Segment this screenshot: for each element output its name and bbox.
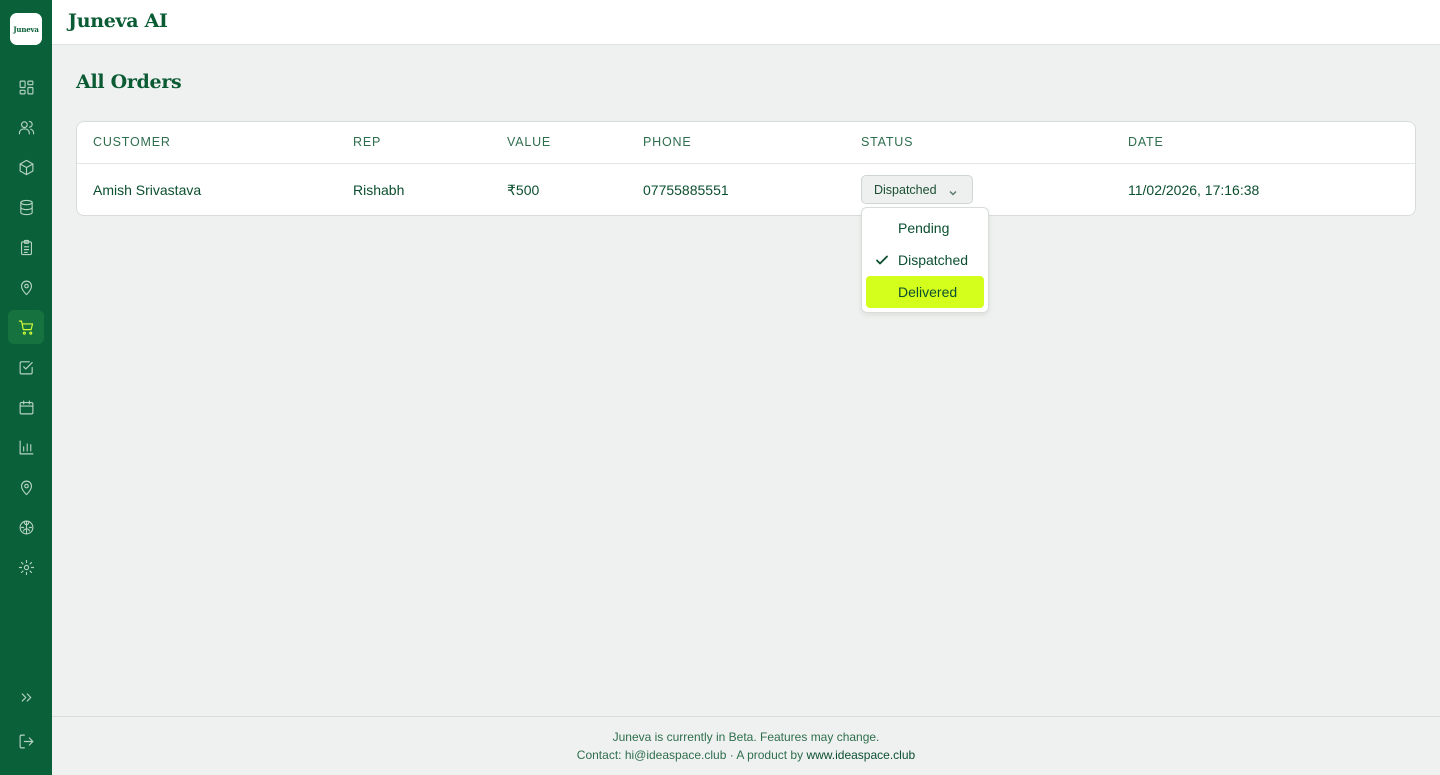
sidebar-expand-button[interactable] (8, 680, 44, 714)
logo-text: Juneva (13, 24, 39, 34)
option-label: Delivered (898, 284, 958, 300)
checkbox-icon (19, 360, 33, 374)
footer-beta-notice: Juneva is currently in Beta. Features ma… (612, 730, 880, 744)
footer: Juneva is currently in Beta. Features ma… (52, 716, 1440, 775)
sidebar-item-orders[interactable] (8, 310, 44, 344)
sidebar-item-locations[interactable] (8, 270, 44, 304)
option-label: Dispatched (898, 252, 969, 268)
cell-rep: Rishabh (353, 182, 405, 198)
sidebar-item-calendar[interactable] (8, 390, 44, 424)
sidebar-item-ai[interactable] (8, 510, 44, 544)
cell-value: ₹500 (507, 182, 540, 198)
logout-button[interactable] (8, 724, 44, 758)
status-dropdown-menu: Pending Dispatched Delivered (861, 207, 989, 313)
column-header-status[interactable]: STATUS (861, 135, 913, 149)
sidebar-item-analytics[interactable] (8, 430, 44, 464)
page-title: All Orders (76, 71, 182, 93)
sidebar-item-approvals[interactable] (8, 350, 44, 384)
orders-table: CUSTOMER REP VALUE PHONE STATUS DATE Ami… (76, 121, 1416, 216)
cell-customer: Amish Srivastava (93, 182, 202, 198)
sidebar-item-settings[interactable] (8, 550, 44, 584)
footer-contact-text: Contact: hi@ideaspace.club · A product b… (576, 748, 807, 762)
sidebar-item-dashboard[interactable] (8, 70, 44, 104)
sidebar-item-map[interactable] (8, 470, 44, 504)
box-icon (19, 159, 33, 175)
users-icon (18, 120, 34, 134)
option-label: Pending (898, 220, 950, 236)
status-select-value: Dispatched (874, 182, 937, 197)
dashboard-icon (19, 80, 33, 94)
clipboard-icon (20, 239, 32, 255)
column-header-customer[interactable]: CUSTOMER (93, 135, 171, 149)
sidebar-item-products[interactable] (8, 150, 44, 184)
footer-link[interactable]: www.ideaspace.club (806, 748, 915, 762)
chevron-down-icon (948, 185, 958, 196)
status-option-delivered[interactable]: Delivered (866, 276, 984, 308)
check-icon (875, 253, 889, 267)
gear-icon (18, 559, 34, 575)
app-logo[interactable]: Juneva (10, 13, 42, 45)
footer-contact: Contact: hi@ideaspace.club · A product b… (52, 748, 1440, 762)
location-pin-icon (20, 280, 32, 295)
status-option-pending[interactable]: Pending (866, 212, 984, 244)
status-select[interactable]: Dispatched (861, 175, 973, 204)
column-header-phone[interactable]: PHONE (643, 135, 691, 149)
sidebar-item-users[interactable] (8, 110, 44, 144)
calendar-icon (19, 400, 33, 414)
cell-date: 11/02/2026, 17:16:38 (1128, 182, 1260, 198)
column-header-rep[interactable]: REP (353, 135, 381, 149)
sidebar: Juneva (0, 0, 52, 775)
cell-phone: 07755885551 (643, 182, 729, 198)
chevrons-right-icon (21, 692, 31, 702)
database-icon (19, 199, 33, 215)
status-option-dispatched[interactable]: Dispatched (866, 244, 984, 276)
map-pin-icon (20, 480, 32, 495)
top-header: Juneva AI (52, 0, 1440, 45)
bar-chart-icon (19, 440, 33, 454)
sidebar-item-tasks[interactable] (8, 230, 44, 264)
column-header-value[interactable]: VALUE (507, 135, 551, 149)
cart-icon (18, 320, 33, 335)
app-title: Juneva AI (68, 10, 168, 32)
header-divider (77, 163, 1415, 164)
brain-icon (19, 520, 33, 534)
column-header-date[interactable]: DATE (1128, 135, 1164, 149)
sidebar-item-database[interactable] (8, 190, 44, 224)
logout-icon (19, 734, 33, 748)
